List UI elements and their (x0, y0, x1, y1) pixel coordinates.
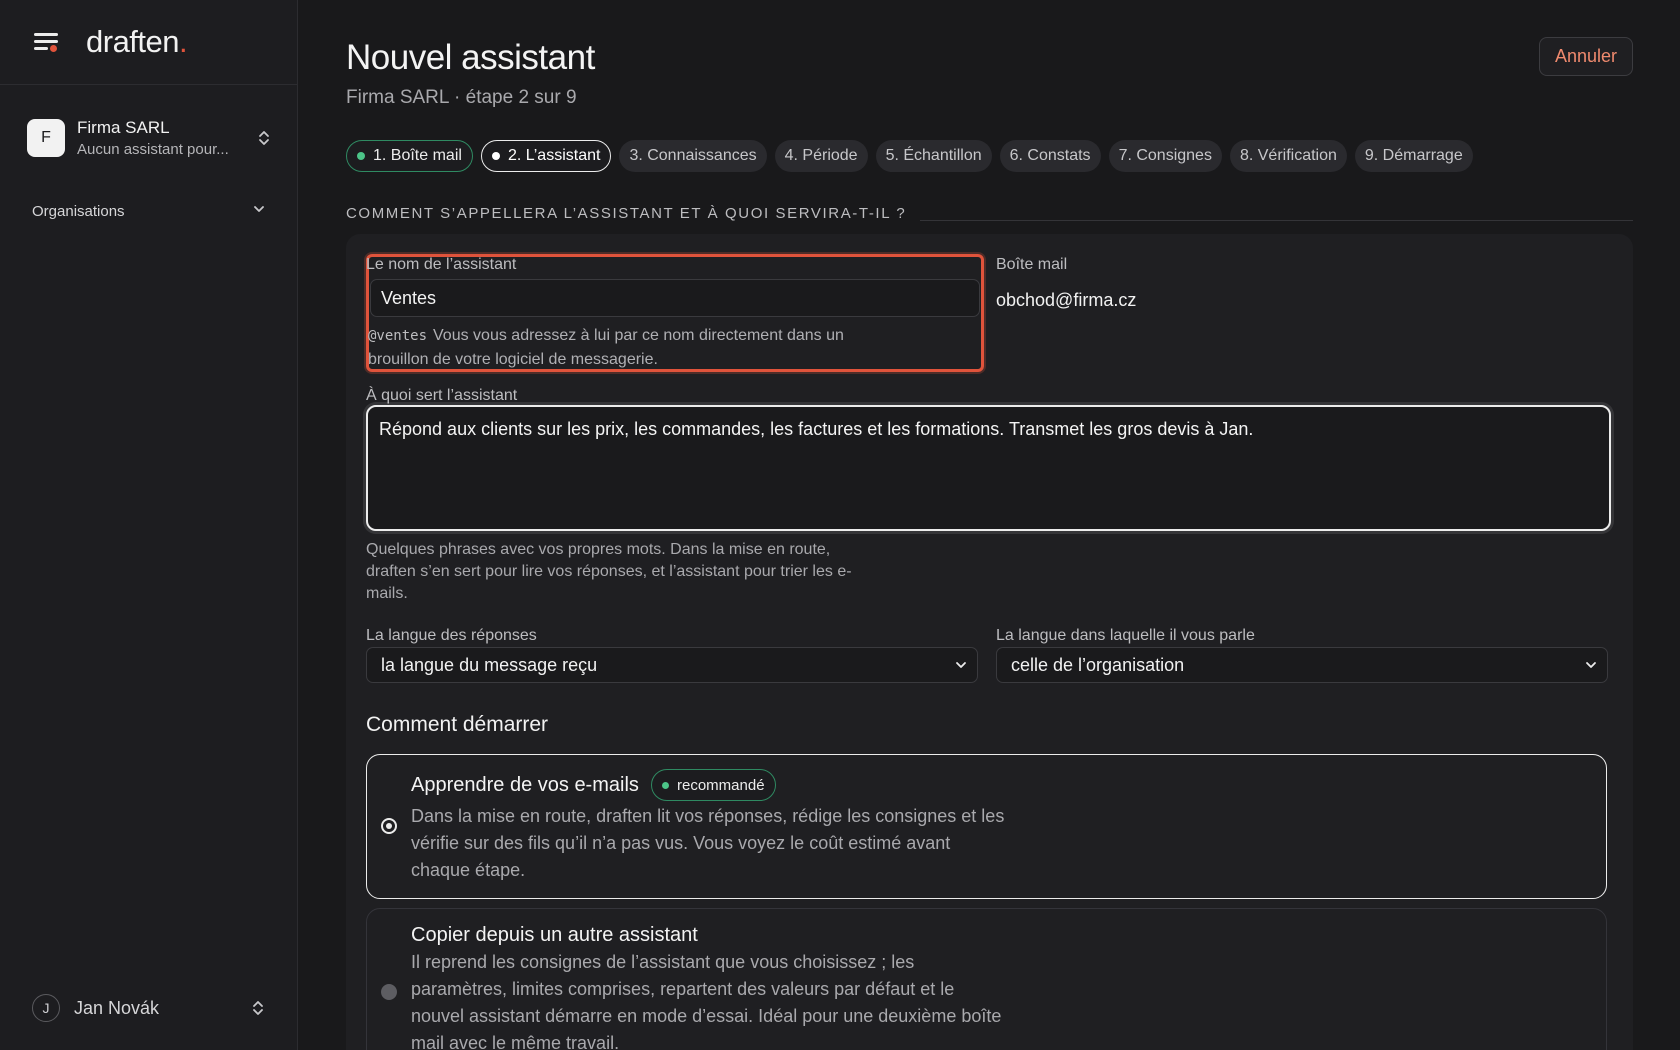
org-switcher[interactable]: F Firma SARL Aucun assistant pour... (27, 113, 272, 163)
purpose-label: À quoi sert l’assistant (366, 387, 518, 404)
user-avatar: J (32, 994, 60, 1022)
status-dot-icon (491, 152, 500, 160)
option-title: Apprendre de vos e-mails (411, 774, 639, 796)
sidebar-header: draften. (0, 0, 297, 85)
org-avatar: F (27, 119, 65, 157)
step-constats[interactable]: 6. Constats (999, 140, 1101, 172)
chevron-down-icon (1586, 662, 1596, 668)
chevron-up-down-icon (250, 997, 266, 1019)
page-subtitle: Firma SARL · étape 2 sur 9 (346, 87, 577, 108)
page-title: Nouvel assistant (346, 38, 595, 77)
user-switcher[interactable]: J Jan Novák (32, 993, 266, 1023)
sidebar-item-organisations[interactable]: Organisations (32, 198, 266, 224)
option-title: Copier depuis un autre assistant (411, 924, 698, 946)
org-subtitle: Aucun assistant pour... (77, 141, 229, 158)
step-consignes[interactable]: 7. Consignes (1108, 140, 1222, 172)
name-handle: @ventes (368, 328, 428, 344)
mailbox-label: Boîte mail (996, 256, 1068, 273)
main-content: Nouvel assistant Firma SARL · étape 2 su… (298, 0, 1680, 1050)
start-section-title: Comment démarrer (366, 713, 549, 736)
reply-language-label: La langue des réponses (366, 627, 537, 644)
sidebar: draften. F Firma SARL Aucun assistant po… (0, 0, 298, 1050)
assistant-name-input[interactable] (370, 279, 980, 317)
radio-selected[interactable] (381, 818, 397, 834)
start-option-copy[interactable]: Copier depuis un autre assistant Il repr… (366, 908, 1607, 1050)
menu-icon[interactable] (32, 30, 60, 54)
org-name: Firma SARL (77, 118, 170, 137)
mailbox-value: obchod@firma.cz (996, 290, 1137, 310)
assistant-purpose-textarea[interactable]: Répond aux clients sur les prix, les com… (366, 405, 1611, 531)
step-connaissances[interactable]: 3. Connaissances (619, 140, 767, 172)
step-assistant[interactable]: 2. L’assistant (480, 140, 612, 172)
user-name: Jan Novák (74, 997, 160, 1018)
recommended-badge: recommandé (651, 769, 776, 801)
name-label: Le nom de l’assistant (366, 256, 517, 273)
chevron-up-down-icon (256, 127, 272, 149)
talk-language-label: La langue dans laquelle il vous parle (996, 627, 1255, 644)
name-help: @ventes Vous vous adressez à lui par ce n… (368, 327, 844, 368)
step-demarrage[interactable]: 9. Démarrage (1354, 140, 1473, 172)
chevron-down-icon (956, 662, 966, 668)
option-description: Dans la mise en route, draften lit vos r… (411, 806, 1005, 880)
logo[interactable]: draften. (86, 24, 188, 60)
wizard-steps: 1. Boîte mail 2. L’assistant 3. Connaiss… (346, 140, 1473, 172)
sidebar-item-label: Organisations (32, 202, 125, 220)
status-dot-icon (357, 152, 365, 160)
talk-language-select[interactable]: celle de l’organisation (996, 647, 1608, 683)
step-echantillon[interactable]: 5. Échantillon (875, 140, 992, 172)
step-boite-mail[interactable]: 1. Boîte mail (346, 140, 473, 172)
purpose-help: Quelques phrases avec vos propres mots. … (366, 541, 852, 602)
cancel-button[interactable]: Annuler (1539, 37, 1633, 76)
radio-unselected[interactable] (381, 984, 397, 1000)
chevron-down-icon (252, 202, 266, 220)
start-option-learn[interactable]: Apprendre de vos e-mails recommandé Dans… (366, 754, 1607, 899)
form-card: Le nom de l’assistant @ventesVous vous a… (346, 234, 1633, 1050)
reply-language-select[interactable]: la langue du message reçu (366, 647, 978, 683)
step-verification[interactable]: 8. Vérification (1229, 140, 1347, 172)
section-heading: COMMENT S’APPELLERA L’ASSISTANT ET À QUO… (346, 202, 1633, 224)
option-description: Il reprend les consignes de l’assistant … (411, 952, 1002, 1050)
step-periode[interactable]: 4. Période (774, 140, 868, 172)
